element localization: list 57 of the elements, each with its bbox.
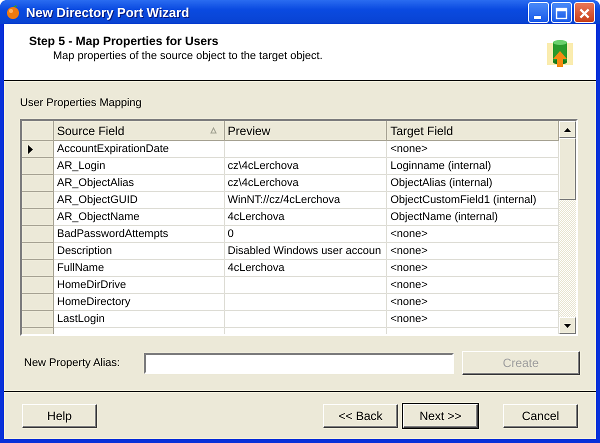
row-header[interactable] xyxy=(22,141,54,158)
table-cell: Disabled Windows user accoun xyxy=(224,243,388,260)
table-cell: AR_ObjectName xyxy=(54,209,225,226)
table-cell: WinNT://cz/4cLerchova xyxy=(224,192,388,209)
table-cell: 0 xyxy=(224,226,388,243)
alias-input-field[interactable] xyxy=(144,352,454,374)
table-cell: LastLogin xyxy=(54,311,225,328)
wizard-button[interactable]: Help xyxy=(22,404,97,428)
table-cell: AR_Login xyxy=(54,158,225,175)
table-cell: <none> xyxy=(387,226,559,243)
table-cell: <none> xyxy=(387,141,559,158)
table-cell: <none> xyxy=(387,294,559,311)
table-cell: AccountExpirationDate xyxy=(54,141,225,158)
down-arrow-icon xyxy=(564,324,571,328)
scroll-up-button[interactable] xyxy=(559,121,576,138)
table-cell: AR_ObjectAlias xyxy=(54,175,225,192)
table-cell: AR_ObjectGUID xyxy=(54,192,225,209)
table-cell: <none> xyxy=(387,260,559,277)
table-cell: cz\4cLerchova xyxy=(224,158,388,175)
close-button[interactable] xyxy=(574,2,595,22)
step-description: Map properties of the source object to the target object. xyxy=(52,50,323,62)
table-cell: 4cLerchova xyxy=(224,209,388,226)
table-cell: Loginname (internal) xyxy=(387,158,559,175)
table-cell: Description xyxy=(54,243,225,260)
table-cell: FullName xyxy=(54,260,225,277)
scroll-down-button[interactable] xyxy=(559,317,576,334)
table-cell: ObjectName (internal) xyxy=(387,209,559,226)
current-row-icon xyxy=(28,144,33,154)
app-icon xyxy=(5,4,21,20)
table-cell: ObjectCustomField1 (internal) xyxy=(387,192,559,209)
database-upload-icon xyxy=(546,39,574,69)
section-label: User Properties Mapping xyxy=(20,97,143,109)
table-cell: 4cLerchova xyxy=(224,260,388,277)
table-cell: ObjectAlias (internal) xyxy=(387,175,559,192)
scroll-thumb[interactable] xyxy=(559,138,576,200)
table-cell: BadPasswordAttempts xyxy=(54,226,225,243)
table-cell: HomeDirDrive xyxy=(54,277,225,294)
wizard-button[interactable]: Next >> xyxy=(403,404,478,428)
table-cell: <none> xyxy=(387,243,559,260)
column-header[interactable]: Preview xyxy=(224,121,388,141)
table-cell: HomeDirectory xyxy=(54,294,225,311)
sort-icon xyxy=(210,127,217,134)
table-cell: cz\4cLerchova xyxy=(224,175,388,192)
step-title: Step 5 - Map Properties for Users xyxy=(29,34,220,48)
window-title: New Directory Port Wizard xyxy=(26,4,190,20)
table-cell: <none> xyxy=(387,311,559,328)
column-header[interactable]: Source Field xyxy=(54,121,225,141)
field-label: New Property Alias: xyxy=(23,357,121,369)
column-header[interactable]: Target Field xyxy=(387,121,559,141)
minimize-icon xyxy=(534,16,541,18)
maximize-button[interactable] xyxy=(551,2,572,22)
up-arrow-icon xyxy=(564,128,571,132)
wizard-button[interactable]: Cancel xyxy=(503,404,578,428)
wizard-button[interactable]: << Back xyxy=(323,404,398,428)
table-cell: <none> xyxy=(387,277,559,294)
minimize-button[interactable] xyxy=(528,2,549,22)
vertical-scrollbar[interactable] xyxy=(559,121,576,334)
